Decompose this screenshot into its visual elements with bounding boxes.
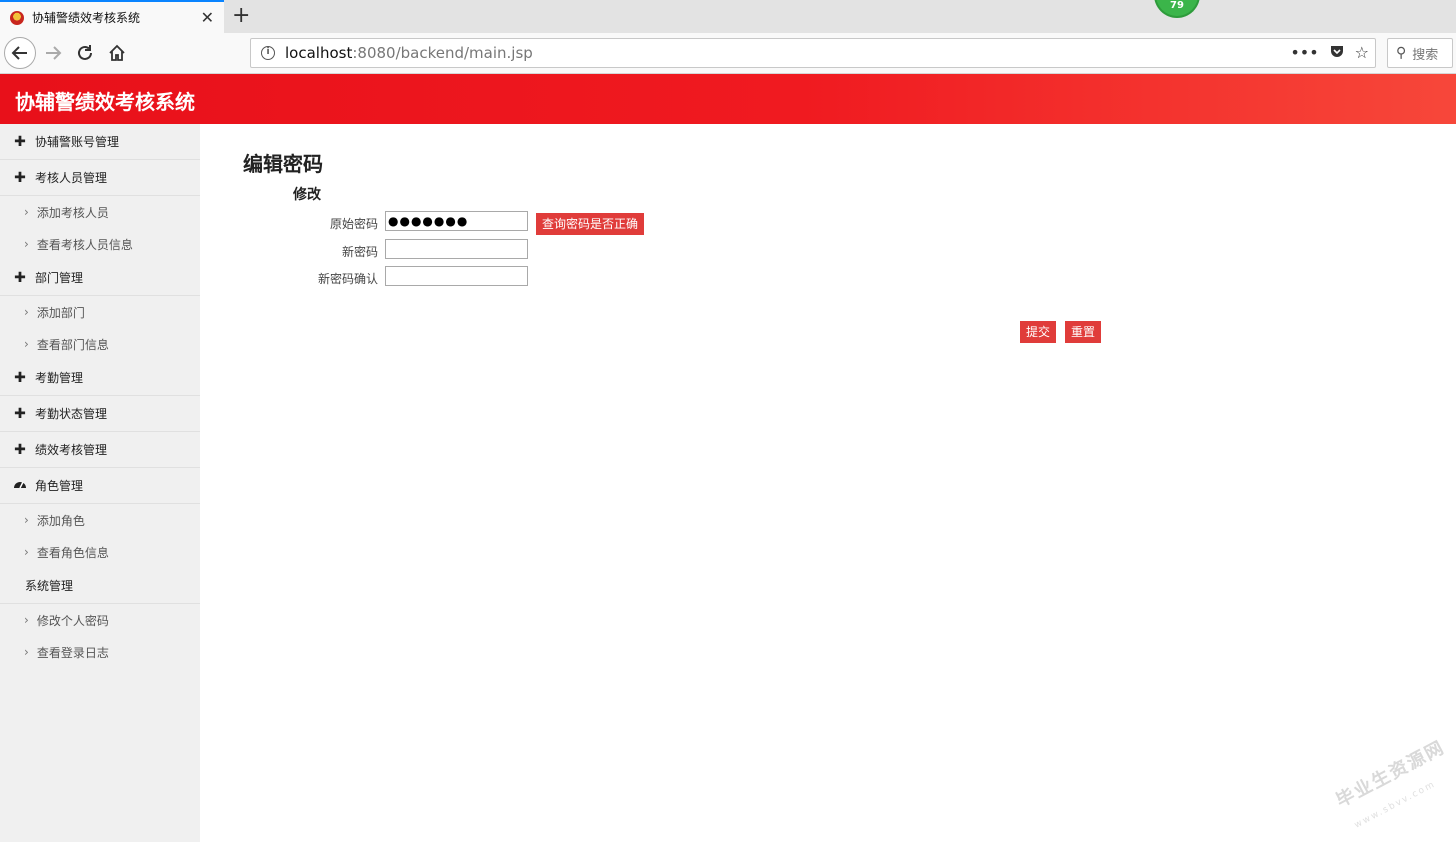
section-title: 修改 bbox=[293, 187, 321, 203]
chevron-right-icon: › bbox=[24, 305, 29, 319]
sidebar-subitem-view-role[interactable]: › 查看角色信息 bbox=[0, 536, 200, 568]
page-title: 编辑密码 bbox=[243, 152, 323, 176]
app-title: 协辅警绩效考核系统 bbox=[15, 90, 195, 114]
dashboard-icon bbox=[13, 478, 27, 494]
sidebar-item-attendance[interactable]: ✚ 考勤管理 bbox=[0, 360, 200, 396]
chevron-right-icon: › bbox=[24, 645, 29, 659]
search-input[interactable]: ⚲ 搜索 bbox=[1387, 38, 1453, 68]
extension-badge[interactable]: 79 bbox=[1154, 0, 1200, 18]
check-password-button[interactable]: 查询密码是否正确 bbox=[536, 213, 644, 235]
reset-button[interactable]: 重置 bbox=[1065, 321, 1101, 343]
plus-icon: ✚ bbox=[14, 169, 26, 186]
new-tab-button[interactable]: + bbox=[232, 3, 250, 28]
sidebar-subitem-login-log[interactable]: › 查看登录日志 bbox=[0, 636, 200, 668]
old-password-label: 原始密码 bbox=[329, 217, 378, 231]
sidebar-item-assessor[interactable]: ✚ 考核人员管理 bbox=[0, 160, 200, 196]
chevron-right-icon: › bbox=[24, 613, 29, 627]
forward-icon[interactable] bbox=[38, 38, 68, 68]
url-text[interactable]: localhost:8080/backend/main.jsp bbox=[285, 44, 533, 62]
info-icon[interactable]: i bbox=[261, 46, 275, 60]
plus-icon: ✚ bbox=[14, 269, 26, 286]
sidebar-item-attendance-status[interactable]: ✚ 考勤状态管理 bbox=[0, 396, 200, 432]
chevron-right-icon: › bbox=[24, 205, 29, 219]
confirm-password-label: 新密码确认 bbox=[317, 272, 378, 286]
sidebar: ✚ 协辅警账号管理 ✚ 考核人员管理 › 添加考核人员 › 查看考核人员信息 ✚… bbox=[0, 124, 200, 842]
sidebar-subitem-change-password[interactable]: › 修改个人密码 bbox=[0, 604, 200, 636]
home-icon[interactable] bbox=[102, 38, 132, 68]
new-password-field[interactable] bbox=[385, 239, 528, 259]
more-icon[interactable]: ••• bbox=[1290, 43, 1318, 63]
sidebar-subitem-add-assessor[interactable]: › 添加考核人员 bbox=[0, 196, 200, 228]
reload-icon[interactable] bbox=[70, 38, 100, 68]
sidebar-item-performance[interactable]: ✚ 绩效考核管理 bbox=[0, 432, 200, 468]
sidebar-item-role[interactable]: 角色管理 bbox=[0, 468, 200, 504]
submit-button[interactable]: 提交 bbox=[1020, 321, 1056, 343]
old-password-field[interactable]: ●●●●●●● bbox=[385, 211, 528, 231]
bookmark-star-icon[interactable]: ☆ bbox=[1355, 43, 1369, 63]
chevron-right-icon: › bbox=[24, 237, 29, 251]
new-password-label: 新密码 bbox=[341, 245, 378, 259]
sidebar-subitem-add-role[interactable]: › 添加角色 bbox=[0, 504, 200, 536]
chevron-right-icon: › bbox=[24, 545, 29, 559]
back-icon[interactable] bbox=[4, 37, 36, 69]
tab-title: 协辅警绩效考核系统 bbox=[32, 11, 141, 25]
chevron-right-icon: › bbox=[24, 513, 29, 527]
browser-tab-bar: 协辅警绩效考核系统 ✕ + 79 bbox=[0, 0, 1456, 33]
sidebar-item-account[interactable]: ✚ 协辅警账号管理 bbox=[0, 124, 200, 160]
close-icon[interactable]: ✕ bbox=[201, 8, 214, 27]
police-emblem-icon bbox=[10, 10, 24, 25]
pocket-icon[interactable] bbox=[1329, 43, 1345, 63]
app-header: 协辅警绩效考核系统 bbox=[0, 74, 1456, 124]
sidebar-item-system[interactable]: 系统管理 bbox=[0, 568, 200, 604]
browser-tab[interactable]: 协辅警绩效考核系统 ✕ bbox=[0, 0, 224, 33]
plus-icon: ✚ bbox=[14, 369, 26, 386]
address-bar[interactable]: i localhost:8080/backend/main.jsp ••• ☆ bbox=[250, 38, 1376, 68]
sidebar-subitem-view-department[interactable]: › 查看部门信息 bbox=[0, 328, 200, 360]
sidebar-subitem-view-assessor[interactable]: › 查看考核人员信息 bbox=[0, 228, 200, 260]
browser-nav-bar: i localhost:8080/backend/main.jsp ••• ☆ … bbox=[0, 33, 1456, 74]
plus-icon: ✚ bbox=[14, 405, 26, 422]
confirm-password-field[interactable] bbox=[385, 266, 528, 286]
sidebar-item-department[interactable]: ✚ 部门管理 bbox=[0, 260, 200, 296]
plus-icon: ✚ bbox=[14, 133, 26, 150]
plus-icon: ✚ bbox=[14, 441, 26, 458]
sidebar-subitem-add-department[interactable]: › 添加部门 bbox=[0, 296, 200, 328]
search-icon: ⚲ bbox=[1396, 45, 1407, 61]
chevron-right-icon: › bbox=[24, 337, 29, 351]
